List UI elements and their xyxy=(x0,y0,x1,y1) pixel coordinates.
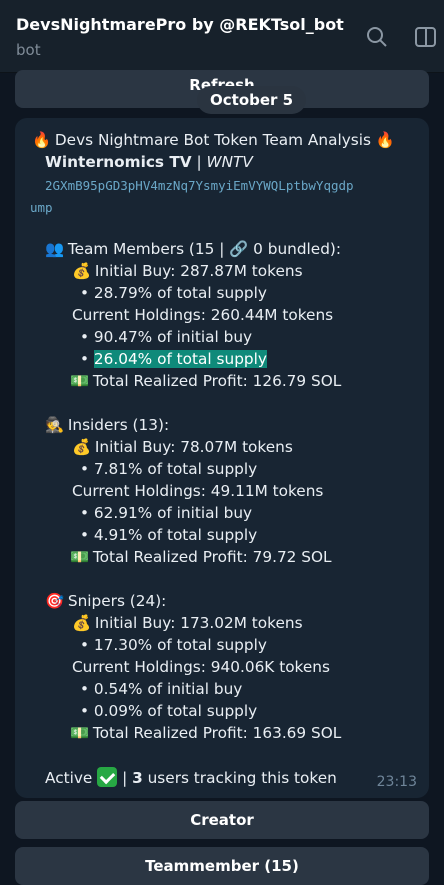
insiders-holdings: Current Holdings: 49.11M tokens xyxy=(72,482,324,500)
moneybag-icon: 💰 xyxy=(72,262,92,280)
sidebar-icon[interactable] xyxy=(414,26,436,48)
team-heading-row: 👥 Team Members (15 | 🔗 0 bundled): xyxy=(45,239,341,259)
footer-row: Active | 3 users tracking this token xyxy=(45,767,337,788)
snipers-heading-row: 🎯 Snipers (24): xyxy=(45,591,166,611)
chat-title[interactable]: DevsNightmarePro by @REKTsol_bot xyxy=(16,15,344,34)
team-profit: Total Realized Profit: 126.79 SOL xyxy=(92,372,342,390)
token-name: Winternomics TV xyxy=(45,153,192,171)
snipers-heading: Snipers (24): xyxy=(67,592,167,610)
teammember-button[interactable]: Teammember (15) xyxy=(15,847,429,885)
snipers-holdings-pct-supply: • 0.09% of total supply xyxy=(80,702,258,720)
search-icon[interactable] xyxy=(366,26,388,48)
footer-separator: | xyxy=(117,769,133,787)
creator-button[interactable]: Creator xyxy=(15,801,429,839)
insiders-holdings-pct-supply: • 4.91% of total supply xyxy=(80,526,258,544)
team-heading: Team Members (15 | 🔗 0 bundled): xyxy=(67,240,342,258)
money-icon: 💵 xyxy=(70,372,90,390)
footer-rest: users tracking this token xyxy=(142,769,337,787)
insiders-heading: Insiders (13): xyxy=(67,416,170,434)
insiders-initial-row: 💰 Initial Buy: 78.07M tokens xyxy=(72,437,293,457)
insiders-profit: Total Realized Profit: 79.72 SOL xyxy=(92,548,332,566)
insiders-profit-row: 💵 Total Realized Profit: 79.72 SOL xyxy=(70,547,332,567)
team-holdings: Current Holdings: 260.44M tokens xyxy=(72,306,334,324)
snipers-holdings-pct-initial: • 0.54% of initial buy xyxy=(80,680,243,698)
snipers-holdings: Current Holdings: 940.06K tokens xyxy=(72,658,330,676)
insiders-initial-pct: • 7.81% of total supply xyxy=(80,460,258,478)
chat-header: DevsNightmarePro by @REKTsol_bot bot xyxy=(0,0,444,73)
team-icon: 👥 xyxy=(45,240,65,258)
token-symbol: WNTV xyxy=(206,153,253,171)
contract-address[interactable]: 2GXmB95pGD3pHV4mzNq7YsmyiEmVYWQLptbwYqgd… xyxy=(45,176,354,196)
fire-icon: 🔥 xyxy=(375,131,395,149)
snipers-initial-pct: • 17.30% of total supply xyxy=(80,636,267,654)
team-initial-buy: Initial Buy: 287.87M tokens xyxy=(94,262,303,280)
insiders-heading-row: 🕵 Insiders (13): xyxy=(45,415,169,435)
contract-address-cont[interactable]: ump xyxy=(30,198,53,218)
date-separator: October 5 xyxy=(197,86,307,114)
token-separator: | xyxy=(191,153,207,171)
team-holdings-pct-initial: • 90.47% of initial buy xyxy=(80,328,253,346)
snipers-profit: Total Realized Profit: 163.69 SOL xyxy=(92,724,342,742)
footer-count: 3 xyxy=(132,769,143,787)
fire-icon: 🔥 xyxy=(32,131,52,149)
team-initial-row: 💰 Initial Buy: 287.87M tokens xyxy=(72,261,303,281)
token-row: Winternomics TV | WNTV xyxy=(45,152,253,172)
check-icon xyxy=(97,767,118,787)
snipers-profit-row: 💵 Total Realized Profit: 163.69 SOL xyxy=(70,723,341,743)
team-profit-row: 💵 Total Realized Profit: 126.79 SOL xyxy=(70,371,341,391)
snipers-initial-row: 💰 Initial Buy: 173.02M tokens xyxy=(72,613,303,633)
insiders-initial-buy: Initial Buy: 78.07M tokens xyxy=(94,438,293,456)
money-icon: 💵 xyxy=(70,724,90,742)
message-title: Devs Nightmare Bot Token Team Analysis xyxy=(54,131,371,149)
message-time: 23:13 xyxy=(376,774,417,790)
detective-icon: 🕵 xyxy=(45,416,65,434)
moneybag-icon: 💰 xyxy=(72,438,92,456)
snipers-initial-buy: Initial Buy: 173.02M tokens xyxy=(94,614,303,632)
team-holdings-pct-supply-row: • 26.04% of total supply xyxy=(80,350,267,368)
chat-subtitle: bot xyxy=(16,41,41,59)
target-icon: 🎯 xyxy=(45,592,65,610)
team-holdings-pct-supply: 26.04% of total supply xyxy=(93,350,267,368)
footer-active: Active xyxy=(45,769,93,787)
money-icon: 💵 xyxy=(70,548,90,566)
message-bubble: 🔥 Devs Nightmare Bot Token Team Analysis… xyxy=(15,118,429,798)
message-title-row: 🔥 Devs Nightmare Bot Token Team Analysis… xyxy=(32,130,395,150)
team-initial-pct: • 28.79% of total supply xyxy=(80,284,267,302)
moneybag-icon: 💰 xyxy=(72,614,92,632)
insiders-holdings-pct-initial: • 62.91% of initial buy xyxy=(80,504,253,522)
